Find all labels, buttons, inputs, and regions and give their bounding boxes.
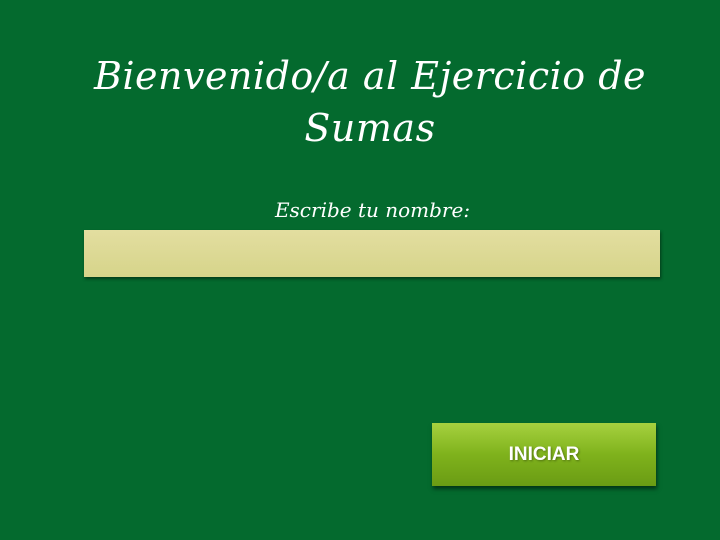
start-button[interactable]: INICIAR	[432, 423, 656, 486]
name-input[interactable]	[84, 230, 660, 277]
welcome-screen: Bienvenido/a al Ejercicio de Sumas Escri…	[0, 0, 720, 540]
page-title: Bienvenido/a al Ejercicio de Sumas	[93, 54, 647, 150]
start-button-label: INICIAR	[508, 443, 580, 465]
name-prompt-label: Escribe tu nombre:	[274, 198, 471, 222]
